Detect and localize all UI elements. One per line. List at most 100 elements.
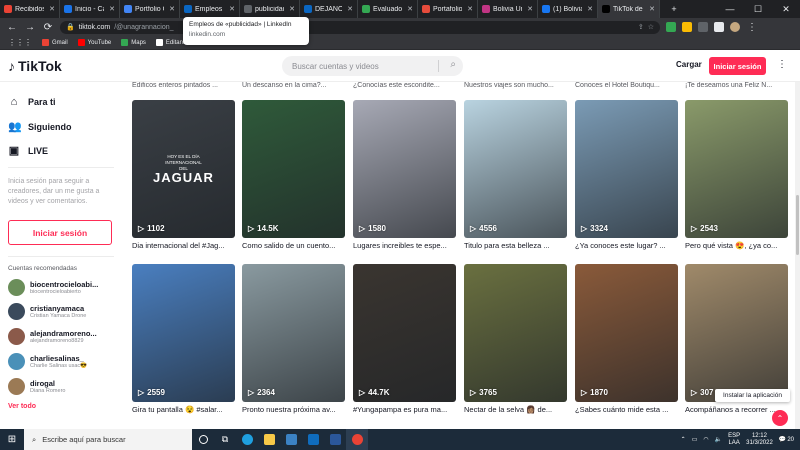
video-caption[interactable]: Lugares increibles te espe... <box>353 241 456 251</box>
video-card[interactable]: ▷ 2364 <box>242 264 345 402</box>
apps-grid-icon[interactable]: ⋮⋮⋮ <box>8 38 32 47</box>
video-caption[interactable]: Nectar de la selva 👩🏽 de... <box>464 405 567 415</box>
wifi-icon[interactable]: ◠ <box>703 436 708 443</box>
bookmark-item[interactable]: YouTube <box>77 39 111 46</box>
recommended-account[interactable]: alejandramoreno... alejandramoreno8829 <box>8 328 97 345</box>
see-all-link[interactable]: Ver todo <box>8 403 36 410</box>
search-icon[interactable]: ⌕ <box>450 59 456 70</box>
tab-close-icon[interactable]: ✕ <box>527 5 533 13</box>
mail-icon[interactable] <box>302 429 324 450</box>
recommended-account[interactable]: biocentrocieloabi... biocentrocieloabiert… <box>8 279 98 296</box>
video-caption[interactable]: ¿Ya conoces este lugar? ... <box>575 241 678 251</box>
tray-chevron-icon[interactable]: ⌃ <box>681 436 686 443</box>
video-caption[interactable]: Como salido de un cuento... <box>242 241 345 251</box>
tab-close-icon[interactable]: ✕ <box>649 5 655 13</box>
browser-tab[interactable]: Recibidos ✕ <box>0 0 60 18</box>
video-caption[interactable]: #Yungapampa es pura ma... <box>353 405 456 415</box>
file-explorer-icon[interactable] <box>258 429 280 450</box>
share-icon[interactable]: ⇪ <box>638 23 644 31</box>
sidebar-item-siguiendo[interactable]: 👥 Siguiendo <box>8 120 72 133</box>
tab-close-icon[interactable]: ✕ <box>49 5 55 13</box>
chrome-icon[interactable] <box>346 429 368 450</box>
maximize-icon[interactable]: ☐ <box>744 4 772 15</box>
video-card[interactable]: ▷ 14.5K <box>242 100 345 238</box>
video-caption[interactable]: Pero qué vista 😍, ¿ya co... <box>685 241 788 251</box>
tab-close-icon[interactable]: ✕ <box>347 5 353 13</box>
recommended-account[interactable]: cristianyamaca Cristian Yamaca Drone <box>8 303 86 320</box>
sidebar-item-para-ti[interactable]: ⌂ Para ti <box>8 96 56 108</box>
video-card[interactable]: ▷ 44.7K <box>353 264 456 402</box>
browser-tab[interactable]: Inicio - Ca ✕ <box>60 0 120 18</box>
scrollbar-thumb[interactable] <box>796 195 799 255</box>
install-app-button[interactable]: Instalar la aplicación <box>715 389 790 402</box>
sidepanel-icon[interactable] <box>714 22 724 32</box>
star-icon[interactable]: ☆ <box>648 23 654 31</box>
more-options-icon[interactable]: ⋮ <box>777 59 787 70</box>
url-field[interactable]: 🔒 tiktok.com/@unagrannacion_ ⇪ ☆ <box>60 20 660 34</box>
browser-tab[interactable]: TikTok de ✕ <box>598 0 660 18</box>
video-caption[interactable]: Dia internacional del #Jag... <box>132 241 235 251</box>
close-window-icon[interactable]: ✕ <box>772 4 800 15</box>
browser-menu-icon[interactable]: ⋮ <box>746 22 758 33</box>
store-icon[interactable] <box>280 429 302 450</box>
video-card[interactable]: ▷ 2559 <box>132 264 235 402</box>
volume-icon[interactable]: 🔈 <box>715 436 722 443</box>
browser-tab[interactable]: Portafolio ✕ <box>418 0 478 18</box>
tab-close-icon[interactable]: ✕ <box>407 5 413 13</box>
sidebar-login-button[interactable]: Iniciar sesión <box>8 220 112 245</box>
notification-center-icon[interactable]: 💬 20 <box>779 436 794 444</box>
video-caption-partial[interactable]: Conoces el Hotel Boutiqu... <box>575 82 678 90</box>
video-caption-partial[interactable]: ¡Te deseamos una Feliz N... <box>685 82 788 90</box>
video-caption[interactable]: Gira tu pantalla 😵 #salar... <box>132 405 235 415</box>
recommended-account[interactable]: charliesalinas_ Charlie Salinas usac😎 <box>8 353 87 370</box>
taskbar-search[interactable]: ⌕ Escribe aquí para buscar <box>24 429 192 450</box>
browser-tab[interactable]: DÉJANOS ✕ <box>300 0 358 18</box>
browser-tab[interactable]: Evaluados ✕ <box>358 0 418 18</box>
tab-close-icon[interactable]: ✕ <box>587 5 593 13</box>
search-input[interactable]: Buscar cuentas y videos ⌕ <box>282 56 463 76</box>
forward-icon[interactable]: → <box>24 22 36 33</box>
scrollbar[interactable] <box>795 82 800 429</box>
cortana-icon[interactable] <box>192 429 214 450</box>
recommended-account[interactable]: dirogal Diana Romero <box>8 378 65 395</box>
video-card[interactable]: ▷ 307 <box>685 264 788 402</box>
extension-icon[interactable] <box>682 22 692 32</box>
profile-avatar[interactable] <box>730 22 740 32</box>
back-icon[interactable]: ← <box>6 22 18 33</box>
browser-tab[interactable]: publicidad ✕ <box>240 0 300 18</box>
browser-tab[interactable]: Bolivia Un ✕ <box>478 0 538 18</box>
extensions-puzzle-icon[interactable] <box>698 22 708 32</box>
video-caption-partial[interactable]: Un descanso en la cima?... <box>242 82 345 90</box>
browser-tab[interactable]: Portfolio G ✕ <box>120 0 180 18</box>
reload-icon[interactable]: ⟳ <box>42 22 54 33</box>
tab-close-icon[interactable]: ✕ <box>467 5 473 13</box>
upload-button[interactable]: Cargar <box>676 60 702 69</box>
clock[interactable]: 12:12 31/3/2022 <box>746 433 773 447</box>
language-indicator[interactable]: ESP LAA <box>728 433 740 447</box>
sidebar-item-live[interactable]: ▣ LIVE <box>8 144 48 157</box>
new-tab-button[interactable]: + <box>660 4 688 14</box>
video-card[interactable]: ▷ 3324 <box>575 100 678 238</box>
video-caption-partial[interactable]: Nuestros viajes son mucho... <box>464 82 567 90</box>
edge-icon[interactable] <box>236 429 258 450</box>
extension-icon[interactable] <box>666 22 676 32</box>
browser-tab[interactable]: Empleos d ✕ <box>180 0 240 18</box>
bookmark-item[interactable]: Maps <box>121 39 146 46</box>
video-caption-partial[interactable]: ¿Conocías este escondite... <box>353 82 456 90</box>
browser-tab[interactable]: (1) Bolivia ✕ <box>538 0 598 18</box>
video-card[interactable]: ▷ 4556 <box>464 100 567 238</box>
battery-icon[interactable]: ▭ <box>692 436 698 443</box>
scroll-top-button[interactable]: ⌃ <box>772 410 788 426</box>
video-caption-partial[interactable]: Edificos enteros pintados ... <box>132 82 235 90</box>
task-view-icon[interactable]: ⧉ <box>214 429 236 450</box>
login-button[interactable]: Iniciar sesión <box>709 57 766 75</box>
video-caption[interactable]: ¿Sabes cuánto mide esta ... <box>575 405 678 415</box>
video-card[interactable]: ▷ 1580 <box>353 100 456 238</box>
video-caption[interactable]: Titulo para esta belleza ... <box>464 241 567 251</box>
bookmark-item[interactable]: Gmail <box>42 39 68 46</box>
video-card[interactable]: ▷ 1870 <box>575 264 678 402</box>
video-caption[interactable]: Pronto nuestra próxima av... <box>242 405 345 415</box>
windows-start-icon[interactable]: ⊞ <box>0 434 24 445</box>
minimize-icon[interactable]: — <box>716 4 744 14</box>
video-card[interactable]: HOY ES EL DÍA INTERNACIONAL DEL JAGUAR ▷ 11… <box>132 100 235 238</box>
